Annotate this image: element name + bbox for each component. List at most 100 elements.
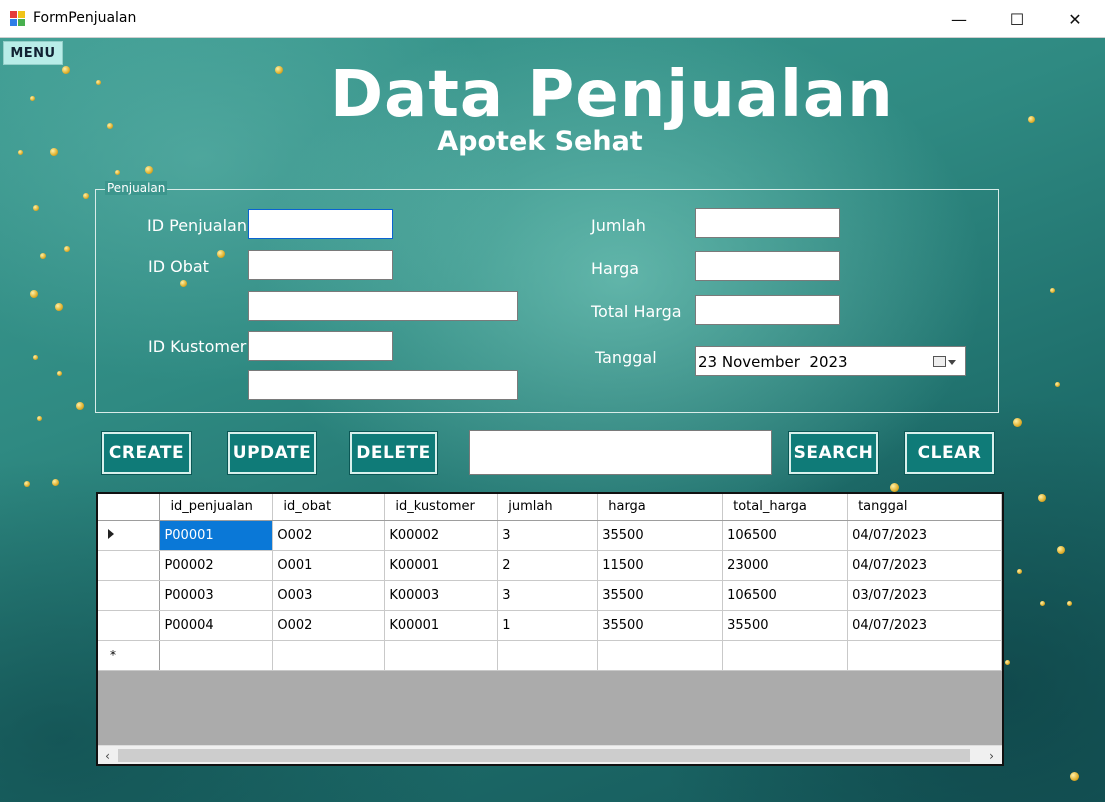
column-header[interactable]: jumlah: [497, 494, 599, 521]
decorative-dot: [52, 479, 59, 486]
id-kustomer-field[interactable]: [248, 331, 393, 361]
table-cell[interactable]: K00001: [384, 550, 499, 581]
scroll-left-icon[interactable]: ‹: [98, 746, 117, 764]
table-cell[interactable]: 03/07/2023: [847, 580, 1002, 611]
table-cell[interactable]: 35500: [597, 520, 724, 551]
maximize-button[interactable]: ☐: [988, 0, 1046, 38]
jumlah-label: Jumlah: [591, 216, 646, 235]
harga-label: Harga: [591, 259, 640, 278]
table-cell[interactable]: [159, 640, 274, 671]
row-header[interactable]: [98, 580, 161, 611]
calendar-icon[interactable]: [933, 356, 946, 367]
table-cell[interactable]: 23000: [722, 550, 849, 581]
table-cell[interactable]: 2: [497, 550, 599, 581]
table-cell[interactable]: 1: [497, 610, 599, 641]
table-row[interactable]: P00003 O003 K00003 3 35500 106500 03/07/…: [98, 580, 1002, 611]
table-cell[interactable]: 04/07/2023: [847, 520, 1002, 551]
column-header[interactable]: id_obat: [272, 494, 386, 521]
table-row[interactable]: P00001 O002 K00002 3 35500 106500 04/07/…: [98, 520, 1002, 551]
table-cell[interactable]: P00004: [159, 610, 274, 641]
table-cell[interactable]: O002: [272, 610, 386, 641]
table-cell[interactable]: [384, 640, 499, 671]
row-header[interactable]: [98, 550, 161, 581]
jumlah-input[interactable]: [696, 209, 839, 237]
harga-field[interactable]: [695, 251, 840, 281]
row-header[interactable]: [98, 520, 161, 551]
id-kustomer-input[interactable]: [249, 332, 392, 360]
nama-kustomer-input[interactable]: [249, 371, 517, 399]
column-header[interactable]: id_penjualan: [159, 494, 274, 521]
table-row[interactable]: P00002 O001 K00001 2 11500 23000 04/07/2…: [98, 550, 1002, 581]
nama-obat-field[interactable]: [248, 291, 518, 321]
table-cell[interactable]: [272, 640, 386, 671]
total-harga-field[interactable]: [695, 295, 840, 325]
nama-obat-input[interactable]: [249, 292, 517, 320]
decorative-dot: [30, 96, 35, 101]
column-header[interactable]: harga: [597, 494, 724, 521]
search-field[interactable]: [469, 430, 772, 475]
jumlah-field[interactable]: [695, 208, 840, 238]
table-cell[interactable]: 106500: [722, 520, 849, 551]
clear-button[interactable]: CLEAR: [904, 431, 995, 475]
horizontal-scrollbar[interactable]: ‹ ›: [98, 745, 1002, 764]
create-button[interactable]: CREATE: [101, 431, 192, 475]
table-cell[interactable]: [597, 640, 724, 671]
column-header[interactable]: tanggal: [847, 494, 1002, 521]
close-button[interactable]: ✕: [1046, 0, 1104, 38]
chevron-down-icon[interactable]: [948, 360, 956, 365]
table-cell[interactable]: O002: [272, 520, 386, 551]
row-header[interactable]: *: [98, 640, 161, 671]
table-cell[interactable]: [847, 640, 1002, 671]
harga-input[interactable]: [696, 252, 839, 280]
search-button[interactable]: SEARCH: [788, 431, 879, 475]
minimize-button[interactable]: —: [930, 0, 988, 38]
table-cell[interactable]: [497, 640, 599, 671]
id-obat-field[interactable]: [248, 250, 393, 280]
decorative-dot: [40, 253, 46, 259]
id-obat-input[interactable]: [249, 251, 392, 279]
table-cell[interactable]: P00001: [159, 520, 274, 551]
total-harga-input[interactable]: [696, 296, 839, 324]
table-cell[interactable]: [722, 640, 849, 671]
table-cell[interactable]: O003: [272, 580, 386, 611]
id-penjualan-input[interactable]: [249, 210, 392, 238]
id-obat-label: ID Obat: [148, 257, 209, 276]
table-cell[interactable]: 35500: [597, 580, 724, 611]
maximize-icon: ☐: [1009, 9, 1025, 29]
tanggal-date-picker[interactable]: 23 November 2023: [695, 346, 966, 376]
table-cell[interactable]: 04/07/2023: [847, 550, 1002, 581]
menu-button[interactable]: MENU: [3, 41, 63, 65]
table-cell[interactable]: 11500: [597, 550, 724, 581]
table-cell[interactable]: 3: [497, 580, 599, 611]
scroll-right-icon[interactable]: ›: [982, 746, 1001, 764]
row-header[interactable]: [98, 610, 161, 641]
table-cell[interactable]: K00001: [384, 610, 499, 641]
decorative-dot: [24, 481, 30, 487]
id-kustomer-label: ID Kustomer: [148, 337, 247, 356]
scrollbar-thumb[interactable]: [118, 749, 970, 762]
table-cell[interactable]: O001: [272, 550, 386, 581]
table-row[interactable]: P00004 O002 K00001 1 35500 35500 04/07/2…: [98, 610, 1002, 641]
delete-button[interactable]: DELETE: [349, 431, 438, 475]
column-header[interactable]: total_harga: [722, 494, 849, 521]
table-cell[interactable]: 3: [497, 520, 599, 551]
table-cell[interactable]: K00002: [384, 520, 499, 551]
nama-kustomer-field[interactable]: [248, 370, 518, 400]
table-cell[interactable]: K00003: [384, 580, 499, 611]
table-cell[interactable]: 35500: [597, 610, 724, 641]
new-row[interactable]: *: [98, 640, 1002, 671]
table-cell[interactable]: P00002: [159, 550, 274, 581]
decorative-dot: [1038, 494, 1046, 502]
decorative-dot: [96, 80, 101, 85]
column-header[interactable]: id_kustomer: [384, 494, 499, 521]
table-cell[interactable]: P00003: [159, 580, 274, 611]
penjualan-data-grid[interactable]: id_penjualan id_obat id_kustomer jumlah …: [96, 492, 1004, 766]
table-cell[interactable]: 35500: [722, 610, 849, 641]
id-penjualan-field[interactable]: [248, 209, 393, 239]
update-button[interactable]: UPDATE: [227, 431, 317, 475]
table-cell[interactable]: 106500: [722, 580, 849, 611]
table-cell[interactable]: 04/07/2023: [847, 610, 1002, 641]
minimize-icon: —: [951, 9, 967, 29]
tanggal-value: 23 November 2023: [698, 353, 848, 371]
search-input[interactable]: [470, 431, 771, 474]
